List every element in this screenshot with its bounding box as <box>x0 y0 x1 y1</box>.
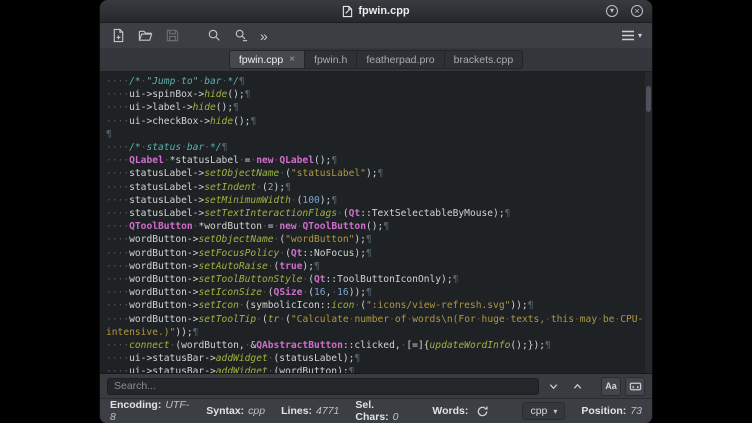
search-input[interactable] <box>107 378 539 395</box>
position-label: Position: <box>581 405 626 417</box>
encoding-label: Encoding: <box>110 399 161 411</box>
whole-word-button[interactable] <box>625 377 645 396</box>
window-controls: ▾ × <box>606 0 643 22</box>
match-case-button[interactable]: Aa <box>601 377 621 396</box>
code-line[interactable]: ····wordButton->setFocusPolicy·(Qt::NoFo… <box>106 247 642 260</box>
syntax-field: Syntax: cpp <box>206 405 265 417</box>
tab-bar: fpwin.cpp × fpwin.h featherpad.pro brackets.… <box>100 48 652 72</box>
syntax-value: cpp <box>248 405 265 417</box>
tab-fpwin.cpp[interactable]: fpwin.cpp × <box>229 50 305 69</box>
code-line[interactable]: ····QLabel·*statusLabel·=·new·QLabel();¶ <box>106 154 642 167</box>
combo-caret-icon: ▾ <box>553 407 557 416</box>
search-previous-button[interactable] <box>567 377 587 396</box>
code-line[interactable]: ····ui->statusBar->addWidget·(wordButton… <box>106 365 642 373</box>
text-editor[interactable]: ····/*·"Jump·to"·bar·*/¶····ui->spinBox-… <box>100 72 652 373</box>
code-line[interactable]: ····wordButton->setAutoRaise·(true);¶ <box>106 260 642 273</box>
refresh-icon <box>476 405 489 418</box>
lines-field: Lines: 4771 <box>281 405 339 417</box>
minimize-button[interactable]: ▾ <box>606 5 618 17</box>
window-title: fpwin.cpp <box>342 5 409 18</box>
code-line[interactable]: ····wordButton->setToolButtonStyle·(Qt::… <box>106 273 642 286</box>
code-line[interactable]: ····statusLabel->setIndent·(2);¶ <box>106 181 642 194</box>
code-line[interactable]: ····ui->statusBar->addWidget·(statusLabe… <box>106 352 642 365</box>
code-line[interactable]: ····wordButton->setIconSize·(QSize·(16,·… <box>106 286 642 299</box>
lines-value: 4771 <box>316 405 339 417</box>
position-field: Position: 73 <box>581 405 642 417</box>
tab-label: fpwin.h <box>314 54 347 66</box>
code-line[interactable]: intensive.)"));¶ <box>106 326 642 339</box>
toolbar-overflow-button[interactable]: » <box>258 29 270 43</box>
chevron-up-icon <box>572 381 583 392</box>
encoding-field: Encoding:UTF-8 <box>110 399 190 423</box>
open-folder-icon <box>138 28 153 43</box>
new-file-icon <box>111 28 126 43</box>
close-button[interactable]: × <box>631 5 643 17</box>
position-value: 73 <box>630 405 642 417</box>
tab-featherpad.pro[interactable]: featherpad.pro <box>356 50 444 69</box>
selected-chars-field: Sel. Chars: 0 <box>355 399 416 423</box>
code-line[interactable]: ····statusLabel->setMinimumWidth·(100);¶ <box>106 194 642 207</box>
open-file-button[interactable] <box>135 26 155 46</box>
words-field: Words: <box>432 405 468 417</box>
window-title-text: fpwin.cpp <box>358 5 409 17</box>
selected-chars-label: Sel. Chars: <box>355 399 388 423</box>
search-next-button[interactable] <box>543 377 563 396</box>
search-bar: Aa <box>100 373 652 398</box>
title-bar[interactable]: fpwin.cpp ▾ × <box>100 0 652 23</box>
tab-label: featherpad.pro <box>366 54 434 66</box>
save-file-button <box>162 26 182 46</box>
syntax-combo-value: cpp <box>530 405 547 417</box>
menu-button[interactable]: ▾ <box>619 30 644 41</box>
code-line[interactable]: ····statusLabel->setTextInteractionFlags… <box>106 207 642 220</box>
hamburger-icon <box>621 30 635 41</box>
word-count-refresh-button[interactable] <box>474 403 490 420</box>
words-label: Words: <box>432 405 468 417</box>
new-file-button[interactable] <box>108 26 128 46</box>
scrollbar-handle[interactable] <box>646 86 651 112</box>
tab-brackets.cpp[interactable]: brackets.cpp <box>444 50 524 69</box>
match-case-icon: Aa <box>605 381 617 391</box>
tab-strip: fpwin.cpp × fpwin.h featherpad.pro brackets.… <box>229 50 523 69</box>
code-line[interactable]: ····/*·"Jump·to"·bar·*/¶ <box>106 75 642 88</box>
menu-caret-icon: ▾ <box>638 31 642 40</box>
replace-button[interactable] <box>231 26 251 46</box>
code-line[interactable]: ····wordButton->setIcon·(symbolicIcon::i… <box>106 299 642 312</box>
code-line[interactable]: ····QToolButton·*wordButton·=·new·QToolB… <box>106 220 642 233</box>
code-line[interactable]: ····wordButton->setToolTip·(tr·("Calcula… <box>106 313 642 326</box>
selected-chars-value: 0 <box>393 411 399 423</box>
tab-label: brackets.cpp <box>454 54 514 66</box>
whole-word-icon <box>629 380 642 393</box>
search-button[interactable] <box>204 26 224 46</box>
code-line[interactable]: ····connect·(wordButton,·&QAbstractButto… <box>106 339 642 352</box>
search-icon <box>207 28 222 43</box>
vertical-scrollbar[interactable] <box>645 72 652 373</box>
code-line[interactable]: ¶ <box>106 128 642 141</box>
replace-icon <box>234 28 249 43</box>
tab-fpwin.h[interactable]: fpwin.h <box>304 50 357 69</box>
code-line[interactable]: ····wordButton->setObjectName·("wordButt… <box>106 233 642 246</box>
chevron-down-icon <box>548 381 559 392</box>
syntax-combo-box[interactable]: cpp ▾ <box>522 402 565 420</box>
syntax-label: Syntax: <box>206 405 244 417</box>
lines-label: Lines: <box>281 405 312 417</box>
status-bar: Encoding:UTF-8 Syntax: cpp Lines: 4771 Sel… <box>100 398 652 423</box>
tab-close-icon[interactable]: × <box>289 55 295 65</box>
code-area: ····/*·"Jump·to"·bar·*/¶····ui->spinBox-… <box>106 75 642 373</box>
code-line[interactable]: ····statusLabel->setObjectName·("statusL… <box>106 167 642 180</box>
app-file-icon <box>342 5 353 18</box>
featherpad-window: fpwin.cpp ▾ × <box>100 0 652 423</box>
code-line[interactable]: ····ui->label->hide();¶ <box>106 101 642 114</box>
code-line[interactable]: ····/*·status·bar·*/¶ <box>106 141 642 154</box>
code-line[interactable]: ····ui->spinBox->hide();¶ <box>106 88 642 101</box>
save-icon <box>165 28 180 43</box>
tab-label: fpwin.cpp <box>239 54 283 66</box>
toolbar: » ▾ <box>100 23 652 48</box>
code-line[interactable]: ····ui->checkBox->hide();¶ <box>106 115 642 128</box>
